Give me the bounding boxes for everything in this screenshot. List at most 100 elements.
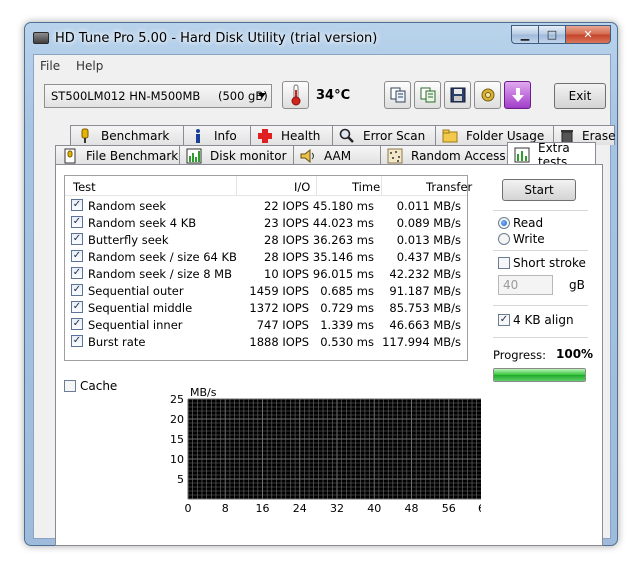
table-row[interactable]: ✓ Random seek / size 8 MB 10 IOPS 96.015 ms… bbox=[65, 265, 467, 282]
read-radio[interactable] bbox=[498, 217, 510, 229]
chart-y-tick-label: 15 bbox=[170, 433, 184, 446]
cell-test: Butterfly seek bbox=[88, 233, 169, 247]
folder-icon bbox=[442, 128, 458, 144]
benchmark-icon bbox=[77, 128, 93, 144]
progress-value: 100% bbox=[556, 347, 594, 361]
cell-transfer: 0.437 MB/s bbox=[396, 250, 461, 264]
toolbar: ST500LM012 HN-M500MB (500 gB) 34°C Exit bbox=[34, 77, 610, 121]
row-checkbox[interactable]: ✓ bbox=[71, 250, 83, 262]
cell-io: 28 IOPS bbox=[264, 250, 309, 264]
menu-help[interactable]: Help bbox=[76, 59, 103, 73]
tab-aam[interactable]: AAM bbox=[293, 145, 381, 165]
chart-x-tick-label: 16 bbox=[256, 502, 270, 515]
chevron-down-icon bbox=[258, 93, 266, 98]
cell-io: 1888 IOPS bbox=[249, 335, 309, 349]
health-icon bbox=[257, 128, 273, 144]
row-checkbox[interactable]: ✓ bbox=[71, 284, 83, 296]
options-button[interactable] bbox=[474, 81, 501, 109]
table-row[interactable]: ✓ Sequential outer 1459 IOPS 0.685 ms 91.187… bbox=[65, 282, 467, 299]
drive-select[interactable]: ST500LM012 HN-M500MB (500 gB) bbox=[44, 84, 272, 108]
cell-io: 22 IOPS bbox=[264, 199, 309, 213]
write-radio[interactable] bbox=[498, 233, 510, 245]
results-table: Test I/O Time Transfer ✓ Random seek 22 IO… bbox=[64, 175, 472, 361]
exit-button[interactable]: Exit bbox=[554, 83, 606, 109]
cell-time: 44.023 ms bbox=[312, 216, 374, 230]
table-row[interactable]: ✓ Random seek 4 KB 23 IOPS 44.023 ms 0.089 M… bbox=[65, 214, 467, 231]
tab-random-access[interactable]: Random Access bbox=[380, 145, 508, 165]
cell-io: 1459 IOPS bbox=[249, 284, 309, 298]
close-button[interactable]: ✕ bbox=[565, 25, 611, 44]
row-checkbox[interactable]: ✓ bbox=[71, 233, 83, 245]
cell-io: 1372 IOPS bbox=[249, 301, 309, 315]
cell-time: 0.530 ms bbox=[320, 335, 374, 349]
tab-label: Benchmark bbox=[101, 128, 170, 143]
maximize-button[interactable]: □ bbox=[538, 25, 565, 44]
arrow-down-icon bbox=[511, 88, 524, 102]
tab-info[interactable]: Info bbox=[183, 125, 251, 145]
row-checkbox[interactable]: ✓ bbox=[71, 335, 83, 347]
floppy-icon bbox=[450, 87, 465, 103]
copy-all-button[interactable] bbox=[414, 81, 441, 109]
minimize-button[interactable]: ▁ bbox=[511, 25, 538, 44]
row-checkbox[interactable]: ✓ bbox=[71, 318, 83, 330]
chart-plot-area bbox=[188, 399, 481, 499]
header-io: I/O bbox=[294, 180, 311, 194]
app-icon bbox=[33, 32, 49, 44]
cell-transfer: 0.089 MB/s bbox=[396, 216, 461, 230]
caption-buttons: ▁ □ ✕ bbox=[511, 25, 611, 45]
file-benchmark-icon bbox=[62, 148, 78, 164]
progress-label: Progress: bbox=[493, 348, 546, 362]
tab-label: Disk monitor bbox=[210, 148, 287, 163]
tabs-bottom-row: File Benchmark Disk monitor AAM Random Acce… bbox=[55, 141, 596, 169]
cell-io: 747 IOPS bbox=[256, 318, 309, 332]
table-row[interactable]: ✓ Butterfly seek 28 IOPS 36.263 ms 0.013 MB/… bbox=[65, 231, 467, 248]
chart-x-tick-label: 64MB bbox=[478, 502, 481, 515]
row-checkbox[interactable]: ✓ bbox=[71, 267, 83, 279]
tab-error-scan[interactable]: Error Scan bbox=[332, 125, 436, 145]
tab-disk-monitor[interactable]: Disk monitor bbox=[179, 145, 294, 165]
tab-label: Error Scan bbox=[363, 128, 426, 143]
read-label: Read bbox=[513, 216, 544, 230]
temperature-button[interactable] bbox=[282, 81, 309, 109]
align-label: 4 KB align bbox=[513, 313, 574, 327]
row-checkbox[interactable]: ✓ bbox=[71, 216, 83, 228]
cell-time: 1.339 ms bbox=[320, 318, 374, 332]
menu-bar: File Help bbox=[34, 55, 610, 77]
table-row[interactable]: ✓ Random seek 22 IOPS 45.180 ms 0.011 MB/s bbox=[65, 197, 467, 214]
table-row[interactable]: ✓ Random seek / size 64 KB 28 IOPS 35.146 m… bbox=[65, 248, 467, 265]
table-row[interactable]: ✓ Sequential inner 747 IOPS 1.339 ms 46.663 … bbox=[65, 316, 467, 333]
progress-bar bbox=[493, 368, 586, 382]
chart-y-tick-label: 10 bbox=[170, 453, 184, 466]
copy-info-button[interactable] bbox=[384, 81, 411, 109]
align-checkbox[interactable]: ✓ bbox=[498, 314, 510, 326]
cell-transfer: 42.232 MB/s bbox=[389, 267, 461, 281]
chart-y-tick-label: 20 bbox=[170, 413, 184, 426]
stroke-unit-label: gB bbox=[569, 278, 585, 292]
tab-label: File Benchmark bbox=[86, 148, 179, 163]
tab-health[interactable]: Health bbox=[250, 125, 333, 145]
stroke-size-input[interactable]: 40 bbox=[498, 275, 553, 295]
table-row[interactable]: ✓ Sequential middle 1372 IOPS 0.729 ms 85.75… bbox=[65, 299, 467, 316]
chart-x-tick-label: 0 bbox=[185, 502, 192, 515]
error-scan-icon bbox=[339, 128, 355, 144]
tab-label: Info bbox=[214, 128, 237, 143]
save-button[interactable] bbox=[444, 81, 471, 109]
speaker-icon bbox=[300, 148, 316, 164]
cell-test: Random seek bbox=[88, 199, 167, 213]
table-row[interactable]: ✓ Burst rate 1888 IOPS 0.530 ms 117.994 MB/s bbox=[65, 333, 467, 350]
thermometer-icon bbox=[291, 84, 300, 106]
row-checkbox[interactable]: ✓ bbox=[71, 199, 83, 211]
tab-label: AAM bbox=[324, 148, 352, 163]
tab-extra-tests[interactable]: Extra tests bbox=[507, 141, 596, 169]
tab-file-benchmark[interactable]: File Benchmark bbox=[55, 145, 180, 165]
menu-file[interactable]: File bbox=[40, 59, 60, 73]
short-stroke-checkbox[interactable] bbox=[498, 257, 510, 269]
start-button[interactable]: Start bbox=[502, 179, 576, 201]
download-button[interactable] bbox=[504, 81, 531, 109]
cache-checkbox[interactable] bbox=[64, 380, 76, 392]
title-bar[interactable]: HD Tune Pro 5.00 - Hard Disk Utility (tr… bbox=[25, 23, 617, 53]
cell-test: Sequential outer bbox=[88, 284, 184, 298]
chart-y-tick-label: 5 bbox=[177, 473, 184, 486]
row-checkbox[interactable]: ✓ bbox=[71, 301, 83, 313]
tab-benchmark[interactable]: Benchmark bbox=[70, 125, 184, 145]
